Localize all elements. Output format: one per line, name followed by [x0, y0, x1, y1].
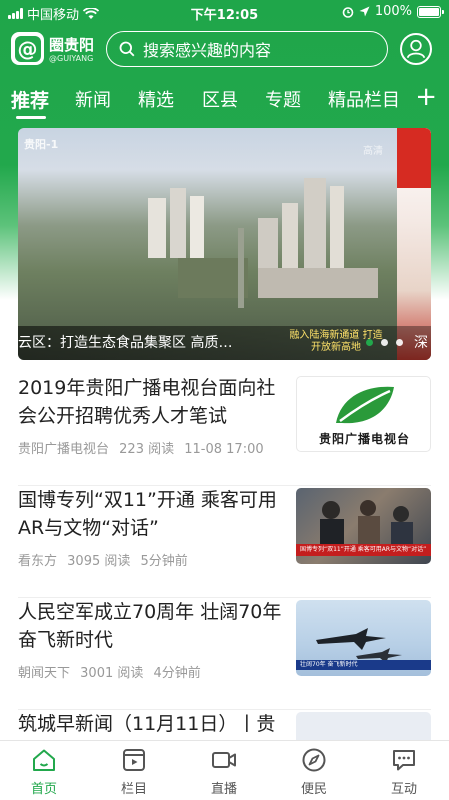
banner-hd-label: 高清 — [363, 146, 383, 157]
banner-right-text: 深 — [414, 335, 428, 351]
banner-city-image — [148, 178, 378, 308]
active-tab-indicator — [16, 116, 46, 119]
nav-home[interactable]: 首页 — [14, 747, 74, 797]
brand-name: 圈贵阳 — [49, 36, 95, 54]
tab-districts[interactable]: 区县 — [202, 86, 238, 112]
news-meta: 贵阳广播电视台 223 阅读 11-08 17:00 — [18, 438, 270, 457]
video-camera-icon — [212, 752, 236, 768]
thumbnail-news-ticker: 壮阔70年 奋飞新时代 — [296, 660, 431, 670]
news-title: 2019年贵阳广播电视台面向社会公开招聘优秀人才笔试 — [18, 377, 276, 427]
search-icon — [119, 41, 135, 57]
bottom-navigation: 首页 栏目 直播 便民 互动 — [0, 740, 449, 800]
logo-glyph: @ — [14, 35, 41, 62]
news-time: 5分钟前 — [140, 554, 188, 569]
tab-news[interactable]: 新闻 — [75, 86, 111, 112]
news-source: 贵阳广播电视台 — [18, 442, 110, 457]
news-reads: 3001 阅读 — [80, 666, 144, 681]
list-item[interactable]: 人民空军成立70周年 壮阔70年 奋飞新时代 朝闻天下 3001 阅读 4分钟前… — [0, 598, 449, 710]
news-time: 11-08 17:00 — [184, 442, 264, 457]
home-icon — [33, 749, 55, 771]
news-reads: 223 阅读 — [119, 442, 175, 457]
leaf-logo-icon — [336, 386, 394, 424]
user-avatar-icon[interactable] — [400, 33, 432, 65]
nav-label: 直播 — [210, 782, 237, 797]
channel-tabs: 推荐 新闻 精选 区县 专题 精品栏目 + — [0, 80, 449, 122]
carousel-dot[interactable] — [381, 339, 388, 346]
tab-featured[interactable]: 精选 — [138, 86, 174, 112]
status-bar: 中国移动 下午12:05 100% — [0, 0, 449, 24]
search-placeholder: 搜索感兴趣的内容 — [143, 41, 272, 60]
news-reads: 3095 阅读 — [67, 554, 131, 569]
carousel-dots — [366, 339, 403, 346]
news-thumbnail: 壮阔70年 奋飞新时代 — [296, 600, 431, 676]
nav-services[interactable]: 便民 — [284, 747, 344, 797]
compass-icon — [302, 748, 326, 772]
nav-label: 首页 — [30, 782, 57, 797]
column-icon — [123, 749, 145, 771]
news-source: 朝闻天下 — [18, 666, 71, 681]
news-meta: 朝闻天下 3001 阅读 4分钟前 — [18, 662, 207, 681]
news-title: 国博专列“双11”开通 乘客可用AR与文物“对话” — [18, 489, 277, 539]
nav-label: 栏目 — [120, 782, 147, 797]
banner-carousel[interactable]: 贵阳-1 高清 云区：打造生态食品集聚区 高质… 融入陆海新通道 打造开放新高地… — [18, 128, 431, 360]
news-thumbnail: 贵阳广播电视台 — [296, 376, 431, 452]
location-icon — [359, 6, 370, 17]
news-time: 4分钟前 — [153, 666, 201, 681]
add-channel-button[interactable]: + — [415, 82, 437, 112]
tab-topics[interactable]: 专题 — [265, 86, 301, 112]
app-header: @ 圈贵阳 @GUIYANG 搜索感兴趣的内容 — [0, 28, 449, 72]
thumbnail-channel-name: 贵阳广播电视台 — [318, 432, 410, 446]
thumbnail-news-ticker: 国博专列“双11”开通 乘客可用AR与文物“对话” — [296, 544, 431, 556]
tab-recommend[interactable]: 推荐 — [11, 86, 49, 113]
banner-caption: 云区：打造生态食品集聚区 高质… — [18, 335, 233, 351]
nav-label: 互动 — [390, 782, 417, 797]
list-item[interactable]: 国博专列“双11”开通 乘客可用AR与文物“对话” 看东方 3095 阅读 5分… — [0, 486, 449, 598]
app-logo: @ — [11, 32, 44, 65]
carousel-dot[interactable] — [396, 339, 403, 346]
nav-label: 便民 — [300, 782, 327, 797]
nav-live[interactable]: 直播 — [194, 747, 254, 797]
carousel-dot[interactable] — [366, 339, 373, 346]
list-item[interactable]: 2019年贵阳广播电视台面向社会公开招聘优秀人才笔试 贵阳广播电视台 223 阅… — [0, 374, 449, 486]
flag-image — [397, 128, 431, 188]
chat-icon — [393, 750, 415, 771]
battery-percent: 100% — [374, 4, 412, 19]
tab-premium-columns[interactable]: 精品栏目 — [328, 86, 400, 112]
news-title: 人民空军成立70周年 壮阔70年 奋飞新时代 — [18, 601, 282, 651]
battery-icon — [417, 5, 444, 18]
nav-interact[interactable]: 互动 — [374, 747, 434, 797]
news-thumbnail: 国博专列“双11”开通 乘客可用AR与文物“对话” — [296, 488, 431, 564]
news-title: 筑城早新闻（11月11日）丨贵 — [18, 713, 276, 735]
banner-watermark: 贵阳-1 — [24, 138, 59, 151]
brand-subtitle: @GUIYANG — [49, 54, 94, 63]
nav-columns[interactable]: 栏目 — [104, 747, 164, 797]
news-source: 看东方 — [18, 554, 58, 569]
search-box[interactable]: 搜索感兴趣的内容 — [106, 31, 388, 67]
alarm-icon — [342, 6, 354, 18]
news-meta: 看东方 3095 阅读 5分钟前 — [18, 550, 194, 569]
